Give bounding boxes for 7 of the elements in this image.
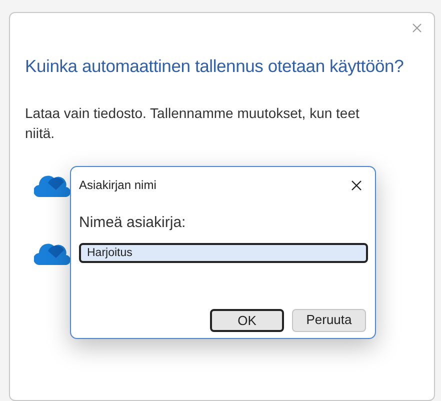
dialog-title: Kuinka automaattinen tallennus otetaan käyttöön? <box>25 55 405 78</box>
ok-button[interactable]: OK <box>210 308 284 332</box>
field-label: Nimeä asiakirja: <box>79 213 187 233</box>
cancel-button[interactable]: Peruuta <box>292 308 366 332</box>
dialog-title: Asiakirjan nimi <box>79 177 156 194</box>
dialog-message: Lataa vain tiedosto. Tallennamme muutokset, kun teet niitä. <box>25 104 360 144</box>
name-field[interactable]: Harjoitus <box>79 242 368 262</box>
